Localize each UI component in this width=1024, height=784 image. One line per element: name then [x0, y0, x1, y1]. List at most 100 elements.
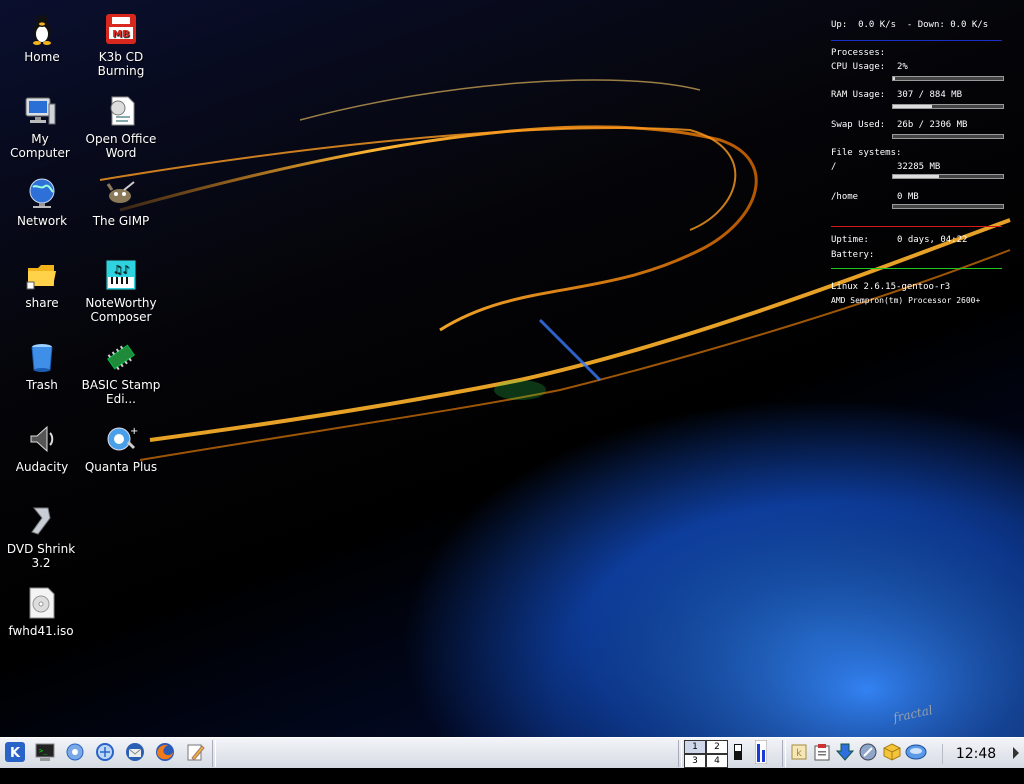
audacity-icon	[25, 422, 59, 456]
taskbar-separator	[212, 740, 216, 767]
taskbar[interactable]: K >_ 1 2 3 4 k 12:48 pm	[0, 737, 1024, 782]
firefox-icon	[154, 741, 176, 767]
iso-file-icon	[24, 586, 58, 620]
kopete-icon: k	[789, 742, 809, 766]
desktop-icon-label: fwhd41.iso	[8, 624, 74, 638]
battery-rule	[831, 268, 1002, 269]
ram-label: RAM Usage:	[831, 90, 886, 100]
cpu-bar-fill	[893, 77, 896, 80]
svg-text:♫♪: ♫♪	[113, 263, 130, 276]
klipper-icon	[812, 742, 832, 766]
svg-text:>_: >_	[39, 747, 48, 755]
desktop-icon-label: My Computer	[10, 132, 70, 160]
processes-label: Processes:	[831, 48, 886, 58]
desktop-icon-dvd-shrink[interactable]: DVD Shrink 3.2	[1, 504, 81, 570]
thunderbird-launcher[interactable]	[123, 742, 147, 766]
panel-hide-button[interactable]	[1011, 742, 1021, 766]
desktop-icon-my-computer[interactable]: My Computer	[0, 94, 80, 160]
fs-home-label: /home	[831, 192, 859, 202]
clock[interactable]: 12:48 pm	[942, 744, 1009, 782]
swap-label: Swap Used:	[831, 120, 886, 130]
tray-volume[interactable]	[904, 742, 928, 766]
ram-value: 307 / 884 MB	[897, 90, 963, 100]
network-rule	[831, 40, 1002, 41]
noteworthy-icon: ♫♪	[104, 258, 138, 292]
thunderbird-icon	[124, 741, 146, 767]
svg-text:k: k	[796, 748, 802, 759]
filesystems-label: File systems:	[831, 148, 902, 158]
konsole-launcher[interactable]: >_	[33, 742, 57, 766]
desktop-icon-label: K3b CD Burning	[97, 50, 145, 78]
show-desktop-button[interactable]	[732, 742, 744, 766]
desktop-icon-label: Audacity	[15, 460, 69, 474]
kde-menu-button[interactable]: K	[3, 742, 27, 766]
tux-home-icon	[25, 12, 59, 46]
ram-bar-fill	[893, 105, 932, 108]
tray-package[interactable]	[880, 742, 904, 766]
tray-kopete[interactable]: k	[787, 742, 811, 766]
network-speed: Up: 0.0 K/s - Down: 0.0 K/s	[831, 20, 989, 30]
desktop-icon-basic-stamp[interactable]: BASIC Stamp Edi...	[81, 340, 161, 406]
uptime-rule	[831, 226, 1002, 227]
pager-desktop-3[interactable]: 3	[684, 754, 706, 768]
desktop-icon-label: DVD Shrink 3.2	[6, 542, 76, 570]
system-monitor-widget: Up: 0.0 K/s - Down: 0.0 K/s Processes: C…	[831, 18, 1004, 305]
uptime-label: Uptime:	[831, 235, 869, 245]
cpu-value: 2%	[897, 62, 908, 72]
desktop-icon-quanta[interactable]: + Quanta Plus	[81, 422, 161, 474]
desktop-icon-label: BASIC Stamp Edi...	[81, 378, 161, 406]
desktop-icon-audacity[interactable]: Audacity	[2, 422, 82, 474]
firefox-launcher[interactable]	[153, 742, 177, 766]
desktop-icon-label: NoteWorthy Composer	[85, 296, 157, 324]
konqueror-launcher[interactable]	[93, 742, 117, 766]
pager-desktop-1[interactable]: 1	[684, 740, 706, 754]
fs-root-bar	[892, 174, 1004, 179]
kde-menu-icon: K	[4, 741, 26, 767]
show-desktop-icon	[733, 742, 743, 766]
desktop-icon-home[interactable]: Home	[2, 12, 82, 64]
desktop-icon-label: share	[25, 296, 59, 310]
volume-icon	[905, 742, 927, 766]
chip-icon	[104, 340, 138, 374]
tray-download[interactable]	[833, 742, 857, 766]
desktop-icon-iso-file[interactable]: fwhd41.iso	[1, 586, 81, 638]
system-monitor-applet[interactable]	[754, 739, 768, 768]
taskbar-separator	[678, 740, 682, 767]
fs-root-value: 32285 MB	[897, 162, 941, 172]
desktop-icon-k3b[interactable]: MB K3b CD Burning	[81, 12, 161, 78]
network-globe-icon	[25, 176, 59, 210]
kde-control-launcher[interactable]	[63, 742, 87, 766]
load-meter-icon	[754, 739, 768, 768]
kernel-version: Linux 2.6.15-gentoo-r3	[831, 282, 951, 292]
desktop-icon-network[interactable]: Network	[2, 176, 82, 228]
desktop-icon-label: Trash	[26, 378, 58, 392]
desktop-icon-trash[interactable]: Trash	[2, 340, 82, 392]
cpu-model: AMD Sempron(tm) Processor 2600+	[831, 296, 981, 305]
desktop-icon-label: Quanta Plus	[84, 460, 158, 474]
tray-klipper[interactable]	[810, 742, 834, 766]
konqueror-icon	[94, 741, 116, 767]
desktop-icon-openoffice-word[interactable]: Open Office Word	[81, 94, 161, 160]
ram-bar	[892, 104, 1004, 109]
desktop-icon-gimp[interactable]: The GIMP	[81, 176, 161, 228]
k3b-icon: MB	[104, 12, 138, 46]
desktop[interactable]: Home MB K3b CD Burning My Computer Open …	[0, 0, 1024, 737]
cpu-label: CPU Usage:	[831, 62, 886, 72]
svg-text:K: K	[10, 746, 21, 761]
computer-icon	[23, 94, 57, 128]
tray-network-monitor[interactable]	[856, 742, 880, 766]
dvd-shrink-icon	[24, 504, 58, 538]
pager-desktop-4[interactable]: 4	[706, 754, 728, 768]
svg-text:MB: MB	[112, 29, 130, 40]
desktop-icon-label: The GIMP	[92, 214, 150, 228]
cpu-bar	[892, 76, 1004, 81]
desktop-icon-label: Network	[16, 214, 68, 228]
swap-bar	[892, 134, 1004, 139]
pager-desktop-2[interactable]: 2	[706, 740, 728, 754]
desktop-icon-label: Open Office Word	[85, 132, 157, 160]
download-icon	[835, 742, 855, 766]
desktop-icon-noteworthy[interactable]: ♫♪ NoteWorthy Composer	[81, 258, 161, 324]
desktop-icon-share[interactable]: share	[2, 258, 82, 310]
kwrite-launcher[interactable]	[183, 742, 207, 766]
folder-icon	[25, 258, 59, 292]
